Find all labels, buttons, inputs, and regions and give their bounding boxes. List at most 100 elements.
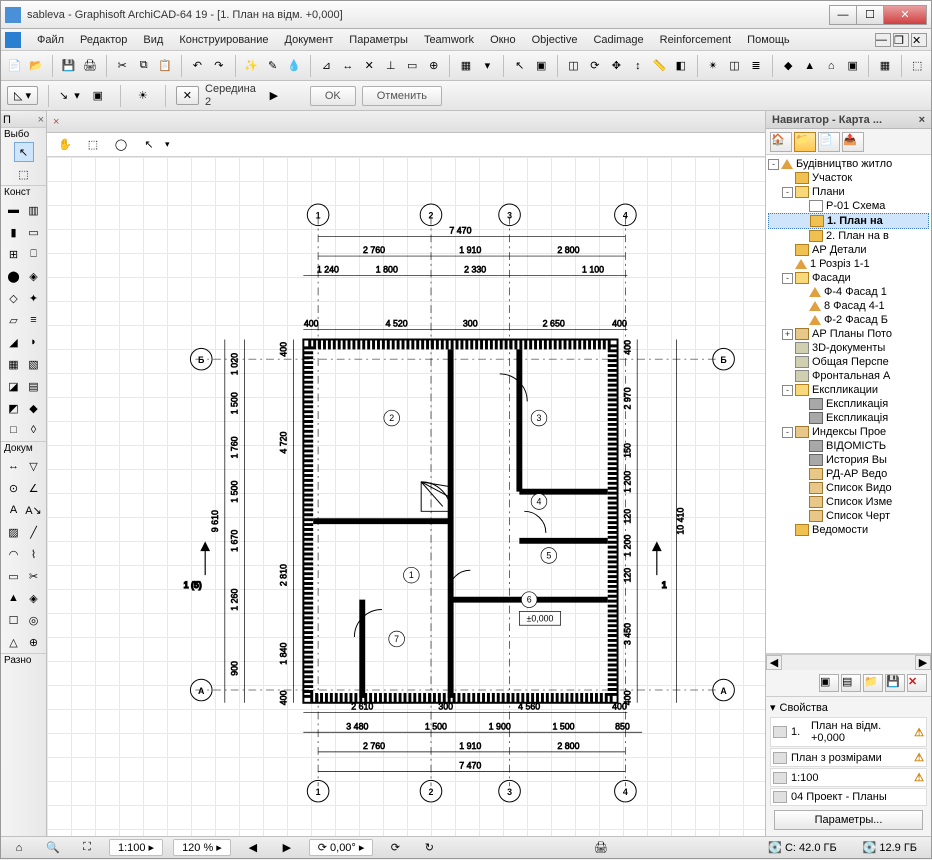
tree-item-1[interactable]: Участок xyxy=(768,171,929,185)
menu-документ[interactable]: Документ xyxy=(277,32,342,48)
arrow2-icon[interactable]: ↖ xyxy=(137,133,161,157)
save-icon[interactable]: 💾 xyxy=(59,54,78,78)
zoom-fit-icon[interactable]: ⛶ xyxy=(75,836,99,860)
cut-icon[interactable]: ✂ xyxy=(112,54,131,78)
prop-row-1[interactable]: План з розмірами⚠ xyxy=(770,748,927,767)
tool-drawing[interactable]: ▭ xyxy=(4,566,24,586)
tree-item-22[interactable]: РД-АР Ведо xyxy=(768,467,929,481)
pipette-icon[interactable]: 💧 xyxy=(284,54,303,78)
tool-fill[interactable]: ▨ xyxy=(4,522,24,542)
tree-item-4[interactable]: 1. План на xyxy=(768,213,929,229)
tree-item-7[interactable]: 1 Розріз 1-1 xyxy=(768,257,929,271)
mdi-close[interactable]: ✕ xyxy=(911,33,927,47)
tree-item-10[interactable]: 8 Фасад 4-1 xyxy=(768,299,929,313)
tool-dim[interactable]: ↔ xyxy=(4,456,24,476)
undo-icon[interactable]: ↶ xyxy=(188,54,207,78)
tool-lamp[interactable]: ✦ xyxy=(24,288,44,308)
tool-shell[interactable]: ◗ xyxy=(24,332,44,352)
snap2-icon[interactable]: ↔ xyxy=(338,54,357,78)
tool-section[interactable]: ✂ xyxy=(24,566,44,586)
nav-layout-book-button[interactable]: 📄 xyxy=(818,132,840,152)
redo-icon[interactable]: ↷ xyxy=(209,54,228,78)
nav-scroll-right[interactable]: ▶ xyxy=(915,655,931,670)
tool-worksheet[interactable]: ☐ xyxy=(4,610,24,630)
3d-icon[interactable]: ◧ xyxy=(671,54,690,78)
tool-object[interactable]: ◇ xyxy=(4,288,24,308)
tree-item-8[interactable]: -Фасади xyxy=(768,271,929,285)
tool-column[interactable]: ▮ xyxy=(4,222,24,242)
nav-project-map-button[interactable]: 🏠 xyxy=(770,132,792,152)
properties-header[interactable]: ▾ Свойства xyxy=(770,699,927,716)
tool-door[interactable]: ⎕ xyxy=(24,244,44,264)
open-file-icon[interactable]: 📂 xyxy=(26,54,45,78)
tool-skylight[interactable]: ◈ xyxy=(24,266,44,286)
tree-item-6[interactable]: АР Детали xyxy=(768,243,929,257)
measure-ruler-icon[interactable]: 📏 xyxy=(650,54,669,78)
menu-objective[interactable]: Objective xyxy=(524,32,586,48)
navigator-tree[interactable]: -Будівництво житлоУчасток-ПланиР-01 Схем… xyxy=(766,155,931,654)
tree-item-5[interactable]: 2. План на в xyxy=(768,229,929,243)
tree-item-20[interactable]: ВІДОМІСТЬ xyxy=(768,439,929,453)
parameters-button[interactable]: Параметры... xyxy=(774,810,923,830)
tool-detail[interactable]: ◎ xyxy=(24,610,44,630)
next-view-icon[interactable]: ▶ xyxy=(275,836,299,860)
copy-icon[interactable]: ⧉ xyxy=(134,54,153,78)
tree-item-17[interactable]: Експликація xyxy=(768,397,929,411)
tree-item-9[interactable]: Ф-4 Фасад 1 xyxy=(768,285,929,299)
tree-item-12[interactable]: +АР Планы Пото xyxy=(768,327,929,341)
toolbox-close-icon[interactable]: × xyxy=(38,114,44,126)
doc-close-icon[interactable]: × xyxy=(53,116,59,128)
nav-delete-button[interactable]: ✕ xyxy=(907,674,927,692)
tool-cylinder[interactable]: ⬤ xyxy=(4,266,24,286)
tree-item-14[interactable]: Общая Перспе xyxy=(768,355,929,369)
stretch-icon[interactable]: ↕ xyxy=(628,54,647,78)
prev-view-icon[interactable]: ◀ xyxy=(241,836,265,860)
tool-extra2[interactable]: ◆ xyxy=(24,398,44,418)
tree-item-16[interactable]: -Експликации xyxy=(768,383,929,397)
menu-файл[interactable]: Файл xyxy=(29,32,72,48)
angle-display[interactable]: ⟳ 0,00° ▸ xyxy=(309,839,374,856)
ext3-icon[interactable]: ▣ xyxy=(843,54,862,78)
group-icon[interactable]: ◫ xyxy=(725,54,744,78)
marquee-icon[interactable]: ▣ xyxy=(86,84,110,108)
snap3-icon[interactable]: ✕ xyxy=(360,54,379,78)
tool-slab[interactable]: ▱ xyxy=(4,310,24,330)
tool-angle[interactable]: ∠ xyxy=(24,478,44,498)
offset-icon[interactable]: ▣ xyxy=(531,54,550,78)
minimize-button[interactable]: — xyxy=(829,5,857,25)
tool-label[interactable]: A↘ xyxy=(24,500,44,520)
tool-elev[interactable]: ▲ xyxy=(4,588,24,608)
palette-icon[interactable]: ▦ xyxy=(875,54,894,78)
roof-icon[interactable]: ⌂ xyxy=(821,54,840,78)
tool-extra4[interactable]: ◊ xyxy=(24,420,44,440)
tool-arrow[interactable]: ↖ xyxy=(14,142,34,162)
mdi-restore[interactable]: ❐ xyxy=(893,33,909,47)
tree-item-18[interactable]: Експликація xyxy=(768,411,929,425)
tool-text[interactable]: A xyxy=(4,500,24,520)
tool-misc[interactable]: ▤ xyxy=(24,376,44,396)
tool-radial[interactable]: ⊙ xyxy=(4,478,24,498)
prop-row-3[interactable]: 04 Проект - Планы xyxy=(770,788,927,806)
snap5-icon[interactable]: ▭ xyxy=(402,54,421,78)
move-icon[interactable]: ✥ xyxy=(607,54,626,78)
wand-icon[interactable]: ✨ xyxy=(241,54,260,78)
nav-bb4[interactable]: 💾 xyxy=(885,674,905,692)
tool-level[interactable]: ▽ xyxy=(24,456,44,476)
grid-icon[interactable]: ▦ xyxy=(456,54,475,78)
tool-stair[interactable]: ≡ xyxy=(24,310,44,330)
viewport[interactable]: 1234 1234 ААББ xyxy=(47,157,765,836)
maximize-button[interactable]: ☐ xyxy=(856,5,884,25)
new-file-icon[interactable]: 📄 xyxy=(5,54,24,78)
help-icon[interactable]: ⬚ xyxy=(907,54,926,78)
ok-button[interactable]: OK xyxy=(310,86,356,106)
tree-item-2[interactable]: -Плани xyxy=(768,185,929,199)
cursor-icon[interactable]: ↖ xyxy=(510,54,529,78)
tree-item-3[interactable]: Р-01 Схема xyxy=(768,199,929,213)
constraint-box[interactable]: ◺ ▾ xyxy=(7,86,38,105)
play-icon[interactable]: ▶ xyxy=(262,84,286,108)
tree-item-0[interactable]: -Будівництво житло xyxy=(768,157,929,171)
pen-icon[interactable]: ✎ xyxy=(263,54,282,78)
menu-cadimage[interactable]: Cadimage xyxy=(585,32,651,48)
tree-item-13[interactable]: 3D-документы xyxy=(768,341,929,355)
tool-change[interactable]: △ xyxy=(4,632,24,652)
